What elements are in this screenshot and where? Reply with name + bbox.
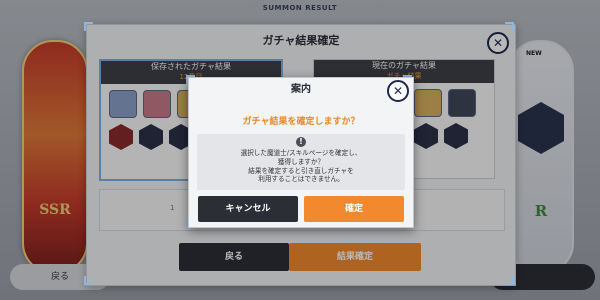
corner-bracket [505,22,514,31]
confirm-button[interactable]: 確定 [304,196,404,222]
corner-bracket [505,276,514,285]
notice-line: 選択した魔道士/スキルページを確定し、 [240,149,362,157]
info-icon: ! [296,137,306,147]
confirm-question: ガチャ結果を確定しますか？ [242,117,360,127]
info-popup: 案内 ✕ ガチャ結果を確定しますか？ ! 選択した魔道士/スキルページを確定し、… [188,77,414,228]
popup-title: 案内 [291,84,311,95]
corner-bracket [84,276,93,285]
notice-line: 利用することはできません。 [258,175,344,184]
notice-text: 選択した魔道士/スキルページを確定し、 獲得しますか？ 結果を確定すると引き直し… [197,149,405,184]
cancel-button[interactable]: キャンセル [198,196,298,222]
close-icon[interactable]: ✕ [387,80,409,102]
notice-box: ! 選択した魔道士/スキルページを確定し、 獲得しますか？ 結果を確定すると引き… [197,134,405,190]
notice-line: 獲得しますか？ [277,157,325,166]
corner-bracket [84,22,93,31]
